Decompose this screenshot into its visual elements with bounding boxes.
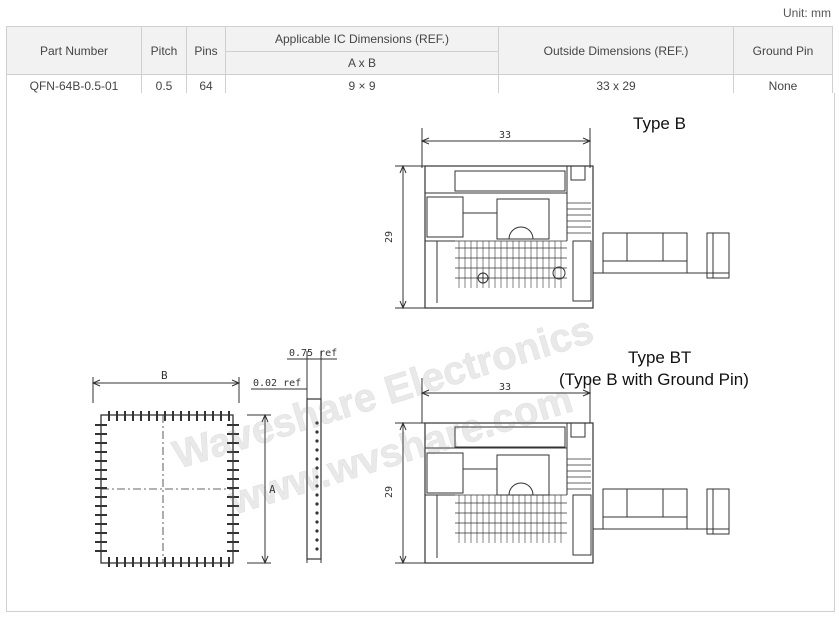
- header-ground-pin: Ground Pin: [733, 26, 833, 75]
- header-part-number: Part Number: [6, 26, 142, 75]
- header-ic-sub: A x B: [225, 51, 499, 75]
- type-bt-width-dim: 33: [499, 382, 511, 393]
- type-b-drawing: [395, 128, 730, 310]
- side-label-002: 0.02 ref: [253, 378, 301, 389]
- spec-table: Part Number Pitch Pins Applicable IC Dim…: [6, 26, 833, 98]
- type-bt-subtitle: (Type B with Ground Pin): [559, 370, 749, 389]
- type-b-height-dim: 29: [384, 231, 395, 243]
- technical-drawing: 33 29 Type B 33 29 Type BT (Type B with …: [91, 114, 749, 567]
- unit-label: Unit: mm: [783, 6, 831, 20]
- type-b-title: Type B: [633, 114, 686, 133]
- header-outside-dimensions: Outside Dimensions (REF.): [498, 26, 734, 75]
- ic-label-b: B: [161, 369, 168, 382]
- type-b-width-dim: 33: [499, 130, 511, 141]
- type-bt-height-dim: 29: [384, 486, 395, 498]
- side-label-075: 0.75 ref: [289, 348, 337, 359]
- header-pins: Pins: [186, 26, 226, 75]
- header-pitch: Pitch: [141, 26, 187, 75]
- drawing-area: 33 29 Type B 33 29 Type BT (Type B with …: [6, 93, 835, 612]
- type-bt-title: Type BT: [628, 348, 691, 367]
- header-ic-dimensions: Applicable IC Dimensions (REF.): [225, 26, 499, 52]
